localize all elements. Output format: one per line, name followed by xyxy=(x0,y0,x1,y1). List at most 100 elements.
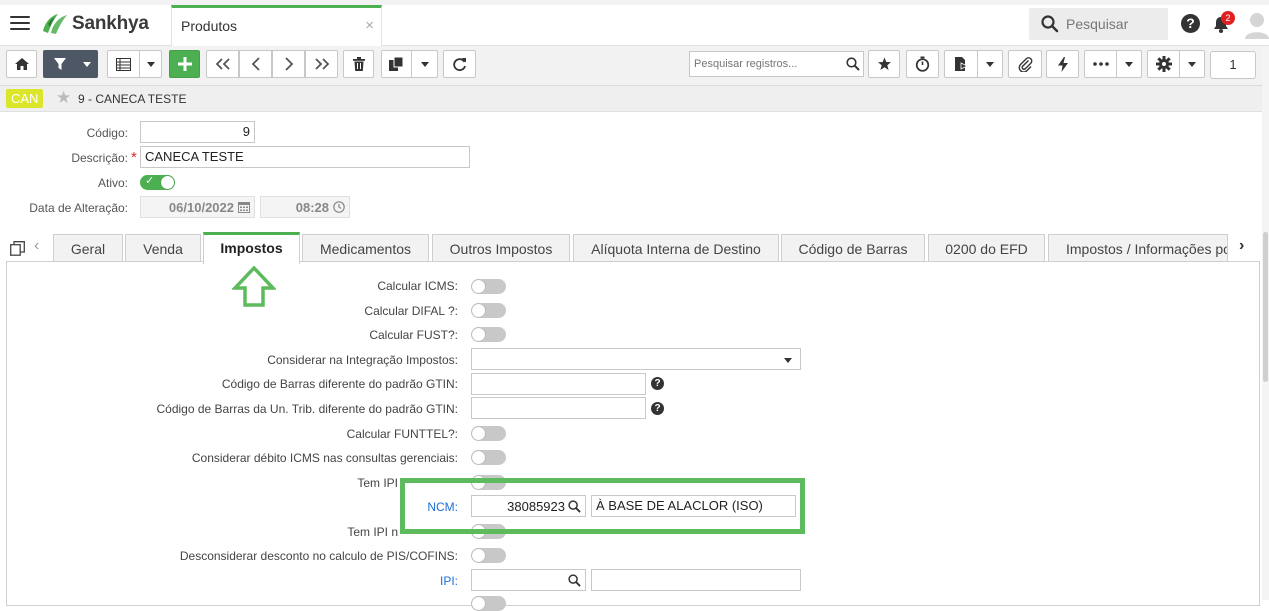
ellipsis-icon xyxy=(1092,62,1109,66)
first-record-button[interactable] xyxy=(206,50,239,78)
registry-search[interactable] xyxy=(689,51,864,77)
export-dropdown-button[interactable] xyxy=(978,50,1003,78)
search-icon xyxy=(1041,15,1059,33)
timer-button[interactable] xyxy=(906,50,939,78)
tab-produtos[interactable]: Produtos × xyxy=(171,5,382,46)
close-icon[interactable]: × xyxy=(365,17,374,34)
gtin-label: Código de Barras diferente do padrão GTI… xyxy=(221,377,458,391)
data-alteracao-label: Data de Alteração: xyxy=(29,201,128,215)
registry-search-input[interactable] xyxy=(690,52,835,76)
grid-view-dropdown-button[interactable] xyxy=(140,50,162,78)
tem-ipi-n-label: Tem IPI n xyxy=(347,525,398,539)
previous-record-button[interactable] xyxy=(239,50,272,78)
export-button[interactable] xyxy=(944,50,978,78)
copy-dropdown-button[interactable] xyxy=(412,50,438,78)
descricao-field[interactable]: CANECA TESTE xyxy=(140,146,470,168)
clock-icon[interactable] xyxy=(333,201,345,213)
tab-codigo-barras[interactable]: Código de Barras xyxy=(781,234,925,263)
calcular-fust-label: Calcular FUST?: xyxy=(369,328,458,342)
tab-medicamentos[interactable]: Medicamentos xyxy=(302,234,429,263)
filter-button[interactable] xyxy=(43,50,76,78)
ipi-description-field[interactable] xyxy=(591,569,801,591)
add-record-button[interactable] xyxy=(169,50,200,78)
tab-impostos[interactable]: Impostos xyxy=(203,232,300,264)
help-icon[interactable]: ? xyxy=(651,377,664,390)
menu-icon[interactable] xyxy=(10,16,30,32)
refresh-button[interactable] xyxy=(443,50,476,78)
tab-geral[interactable]: Geral xyxy=(53,234,123,263)
scrollbar-thumb[interactable] xyxy=(1263,232,1268,382)
last-record-button[interactable] xyxy=(305,50,338,78)
help-icon[interactable]: ? xyxy=(651,402,664,415)
tabs-scroll-left-icon[interactable]: ‹ xyxy=(34,237,39,255)
tabs-scroll-right-icon[interactable]: › xyxy=(1239,237,1244,255)
calendar-icon[interactable] xyxy=(238,201,250,213)
help-icon[interactable]: ? xyxy=(1181,14,1200,33)
search-icon[interactable] xyxy=(846,57,860,71)
considerar-debito-toggle[interactable] xyxy=(471,450,506,465)
chevron-down-icon xyxy=(986,61,994,67)
record-title-bar: CAN ★ 9 - CANECA TESTE xyxy=(0,86,1269,112)
tab-impostos-informacoes[interactable]: Impostos / Informações po xyxy=(1048,234,1228,263)
considerar-integracao-select[interactable] xyxy=(471,348,801,370)
double-chevron-right-icon xyxy=(314,58,329,70)
gear-icon xyxy=(1155,56,1172,72)
gtin-trib-field[interactable] xyxy=(471,397,646,419)
home-button[interactable] xyxy=(6,50,37,78)
next-record-button[interactable] xyxy=(272,50,305,78)
record-badge: CAN xyxy=(6,89,44,108)
calcular-funttel-label: Calcular FUNTTEL?: xyxy=(346,427,458,441)
ipi-code-field[interactable] xyxy=(471,569,586,591)
data-alteracao-date-value: 06/10/2022 xyxy=(168,200,234,215)
tab-outros-impostos[interactable]: Outros Impostos xyxy=(432,234,570,263)
next-row-toggle[interactable] xyxy=(471,596,506,611)
gtin-field[interactable] xyxy=(471,373,646,395)
codigo-field[interactable]: 9 xyxy=(140,121,255,143)
copy-icon xyxy=(389,57,404,71)
global-search[interactable]: Pesquisar xyxy=(1029,8,1168,40)
calcular-fust-toggle[interactable] xyxy=(471,327,506,342)
search-icon[interactable] xyxy=(568,574,581,587)
calcular-icms-toggle[interactable] xyxy=(471,279,506,294)
ncm-highlight-annotation xyxy=(400,478,805,534)
tab-venda[interactable]: Venda xyxy=(125,234,201,263)
tab-0200-efd[interactable]: 0200 do EFD xyxy=(928,234,1045,263)
ipi-label[interactable]: IPI: xyxy=(0,574,458,588)
ativo-label: Ativo: xyxy=(97,176,128,190)
more-options-dropdown-button[interactable] xyxy=(1117,50,1142,78)
settings-button[interactable] xyxy=(1147,50,1180,78)
trash-icon xyxy=(352,57,365,71)
brand-logo[interactable]: Sankhya xyxy=(40,11,149,37)
grid-icon xyxy=(116,57,131,71)
calcular-funttel-toggle[interactable] xyxy=(471,426,506,441)
desconsiderar-desconto-toggle[interactable] xyxy=(471,548,506,563)
refresh-icon xyxy=(453,57,466,71)
calcular-difal-toggle[interactable] xyxy=(471,303,506,318)
filter-dropdown-button[interactable] xyxy=(76,50,98,78)
user-avatar-icon[interactable] xyxy=(1245,11,1269,39)
settings-dropdown-button[interactable] xyxy=(1180,50,1205,78)
chevron-down-icon xyxy=(1125,61,1133,67)
copy-layout-icon[interactable] xyxy=(10,241,25,256)
star-icon xyxy=(877,57,891,70)
considerar-debito-label: Considerar débito ICMS nas consultas ger… xyxy=(191,451,458,465)
paperclip-icon xyxy=(1018,56,1032,72)
descricao-label: Descrição: xyxy=(71,151,128,165)
more-options-button[interactable] xyxy=(1084,50,1117,78)
ncm-label[interactable]: NCM: xyxy=(0,500,458,514)
copy-button[interactable] xyxy=(381,50,412,78)
ativo-toggle[interactable]: ✓ xyxy=(140,175,175,190)
delete-button[interactable] xyxy=(343,50,374,78)
attachments-button[interactable] xyxy=(1008,50,1042,78)
codigo-label: Código: xyxy=(86,126,128,140)
desconsiderar-desconto-label: Desconsiderar desconto no calculo de PIS… xyxy=(179,549,458,563)
tem-ipi-label: Tem IPI xyxy=(357,476,398,490)
actions-button[interactable] xyxy=(1046,50,1079,78)
tab-aliquota-interna-destino[interactable]: Alíquota Interna de Destino xyxy=(573,234,779,263)
data-alteracao-time-value: 08:28 xyxy=(295,200,329,215)
grid-view-button[interactable] xyxy=(107,50,140,78)
favorite-button[interactable] xyxy=(868,50,900,78)
record-page-number[interactable]: 1 xyxy=(1210,51,1256,79)
star-icon[interactable]: ★ xyxy=(56,89,71,107)
arrow-up-annotation-icon xyxy=(232,266,276,307)
